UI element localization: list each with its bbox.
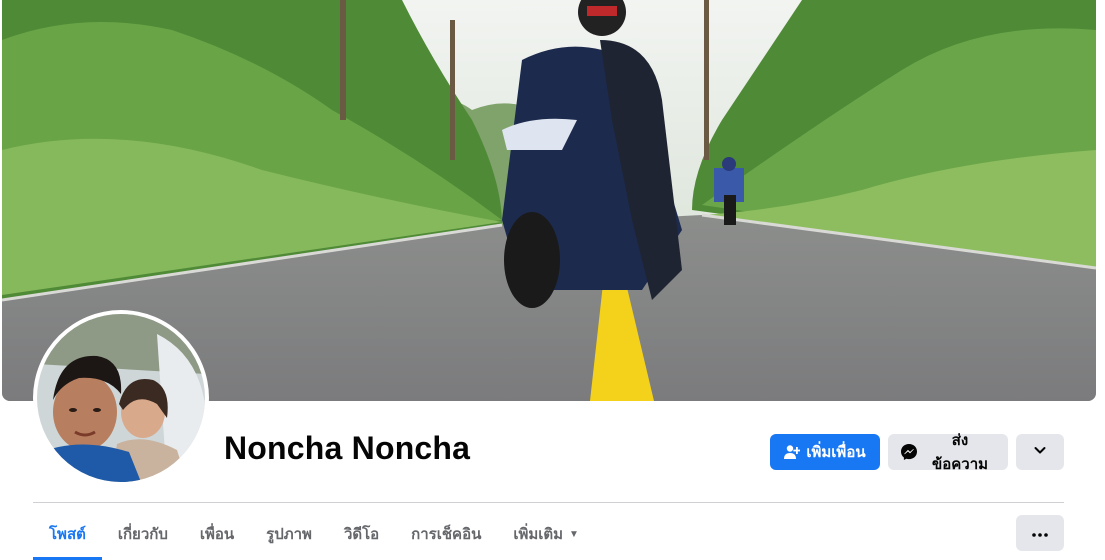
send-message-button[interactable]: ส่งข้อความ: [888, 432, 1008, 473]
tab-about[interactable]: เกี่ยวกับ: [102, 514, 184, 554]
avatar-photo: [37, 314, 205, 482]
add-friend-button[interactable]: เพิ่มเพื่อน: [770, 434, 880, 470]
messenger-icon: [900, 443, 918, 461]
more-horizontal-icon: [1032, 524, 1048, 542]
profile-name: Noncha Noncha: [224, 430, 471, 466]
tab-videos[interactable]: วิดีโอ: [328, 514, 395, 554]
tab-posts[interactable]: โพสต์: [33, 514, 102, 560]
add-friend-label: เพิ่มเพื่อน: [806, 444, 866, 461]
profile-options-dropdown[interactable]: [1016, 434, 1064, 470]
person-add-icon: [784, 444, 801, 460]
caret-down-icon: ▼: [569, 528, 579, 540]
profile-avatar[interactable]: [33, 310, 209, 486]
tab-more[interactable]: เพิ่มเติม ▼: [497, 514, 595, 554]
tab-photos[interactable]: รูปภาพ: [250, 514, 328, 554]
tab-label: เพิ่มเติม: [513, 526, 564, 543]
chevron-down-icon: [1033, 443, 1047, 461]
header-divider: [33, 502, 1064, 503]
profile-tabs: โพสต์ เกี่ยวกับ เพื่อน รูปภาพ วิดีโอ การ…: [33, 514, 595, 560]
tab-label: โพสต์: [49, 526, 86, 543]
tab-label: วิดีโอ: [343, 526, 380, 543]
tab-checkins[interactable]: การเช็คอิน: [395, 514, 497, 554]
tab-label: เพื่อน: [199, 526, 235, 543]
tab-label: รูปภาพ: [266, 526, 312, 543]
send-message-label: ส่งข้อความ: [931, 432, 989, 473]
tab-label: การเช็คอิน: [411, 526, 482, 543]
more-options-button[interactable]: [1016, 515, 1064, 551]
tab-label: เกี่ยวกับ: [117, 526, 168, 543]
tab-friends[interactable]: เพื่อน: [184, 514, 250, 554]
